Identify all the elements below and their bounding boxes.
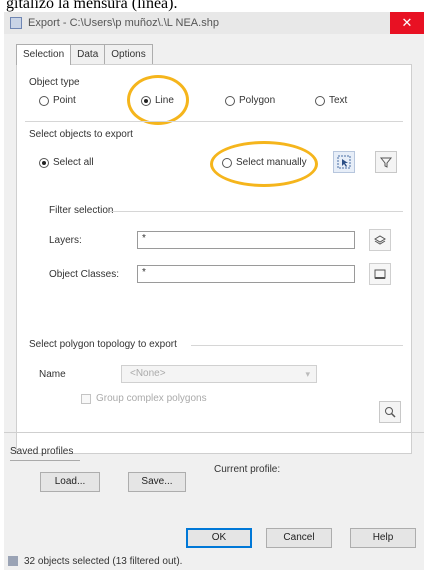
saved-profiles-label: Saved profiles [10,446,74,457]
zoom-button[interactable] [379,401,401,423]
export-dialog: Selection Data Options Object type Point… [4,34,424,570]
checkbox-box [81,393,91,404]
app-icon [10,17,22,29]
radio-point[interactable]: Point [39,95,76,106]
radio-text[interactable]: Text [315,95,347,106]
radio-line[interactable]: Line [141,95,174,106]
group-complex-polygons-label: Group complex polygons [96,393,207,404]
tab-options[interactable]: Options [104,44,153,64]
selection-panel: Object type Point Line Polygon Text Sele… [16,64,412,454]
layers-picker-button[interactable] [369,229,391,251]
radio-select-manually-label: Select manually [236,157,307,168]
help-button[interactable]: Help [350,528,416,548]
radio-select-all[interactable]: Select all [39,157,94,168]
radio-point-label: Point [53,95,76,106]
save-profile-button[interactable]: Save... [128,472,186,492]
tab-strip: Selection Data Options [16,44,153,65]
separator [191,345,403,346]
radio-polygon-label: Polygon [239,95,276,106]
group-complex-polygons-checkbox[interactable]: Group complex polygons [81,393,207,404]
load-profile-button[interactable]: Load... [40,472,100,492]
topology-name-value: <None> [130,368,166,379]
radio-line-circle [141,95,151,106]
layers-label: Layers: [49,235,82,246]
object-classes-label: Object Classes: [49,269,120,280]
layers-input[interactable]: * [137,231,355,249]
filter-selection-label: Filter selection [49,205,114,216]
object-classes-input[interactable]: * [137,265,355,283]
tab-data[interactable]: Data [70,44,106,64]
title-bar: Export - C:\Users\p muñoz\.\L NEA.shp ✕ [4,12,424,34]
filter-funnel-icon [379,157,393,168]
status-text: 32 objects selected (13 filtered out). [24,555,183,567]
window-title: Export - C:\Users\p muñoz\.\L NEA.shp [28,17,219,29]
radio-text-label: Text [329,95,348,106]
select-objects-button[interactable] [333,151,355,173]
radio-select-manually[interactable]: Select manually [222,157,307,168]
radio-polygon[interactable]: Polygon [225,95,275,106]
topology-label: Select polygon topology to export [29,339,177,350]
radio-select-manually-circle [222,157,232,168]
separator [4,432,424,433]
separator [10,460,80,461]
status-bar: 32 objects selected (13 filtered out). [4,552,424,570]
separator [109,211,403,212]
topology-name-select[interactable]: <None> ▾ [121,365,317,383]
select-objects-label: Select objects to export [29,129,133,140]
layers-icon [374,235,386,245]
status-icon [8,556,18,566]
current-profile-label: Current profile: [214,464,281,475]
name-label: Name [39,369,66,380]
zoom-icon [385,407,396,418]
caption-text: gitalizó la mensura (línea). [6,0,178,12]
cancel-button[interactable]: Cancel [266,528,332,548]
close-button[interactable]: ✕ [390,12,424,34]
cursor-select-icon [337,155,351,169]
object-classes-icon [374,269,386,279]
object-type-label: Object type [29,77,80,88]
radio-line-label: Line [155,95,174,106]
object-classes-picker-button[interactable] [369,263,391,285]
filter-button[interactable] [375,151,397,173]
radio-select-all-circle [39,157,49,168]
radio-text-circle [315,95,325,106]
radio-point-circle [39,95,49,106]
chevron-down-icon: ▾ [305,369,310,379]
radio-polygon-circle [225,95,235,106]
radio-select-all-label: Select all [53,157,94,168]
separator [25,121,403,122]
tab-selection[interactable]: Selection [16,44,72,65]
ok-button[interactable]: OK [186,528,252,548]
